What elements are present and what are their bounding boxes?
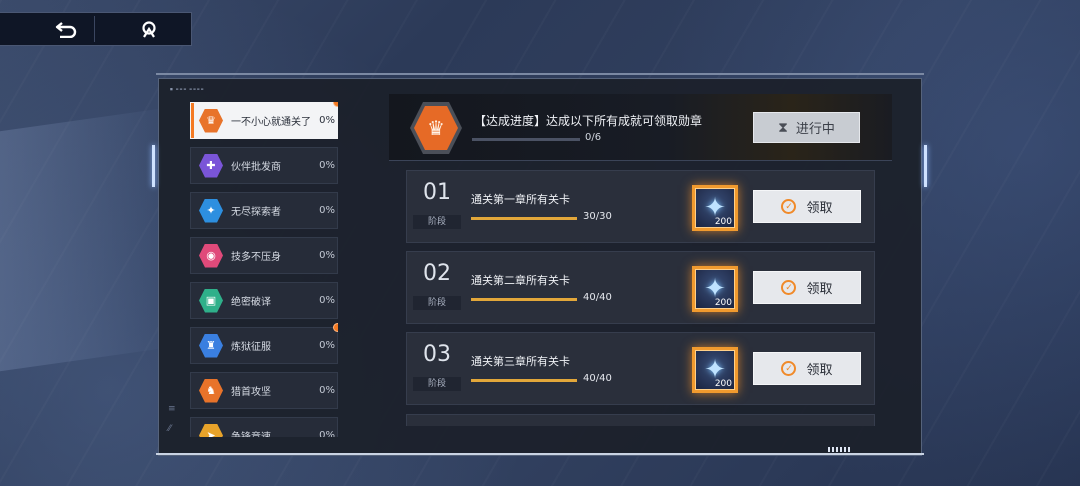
header-progress-text: 0/6	[585, 132, 602, 143]
claim-button[interactable]: ✓ 领取	[753, 271, 861, 304]
claim-button[interactable]: ✓ 领取	[753, 352, 861, 385]
reward-frame: ✦ 200	[695, 269, 735, 309]
frame-right-glow	[924, 145, 927, 187]
top-nav	[0, 12, 192, 46]
reward-quantity: 200	[714, 379, 732, 389]
stage-name: 通关第三章所有关卡	[471, 355, 570, 368]
conquest-icon: ♜	[199, 333, 223, 358]
claim-label: 领取	[806, 363, 833, 378]
home-icon	[142, 21, 156, 38]
stage-label: 阶段	[413, 377, 461, 391]
achievement-name: 伙伴批发商	[231, 162, 281, 173]
frame-bottom-line	[156, 453, 924, 455]
check-icon: ✓	[781, 199, 797, 214]
achievement-name: 技多不压身	[231, 252, 281, 263]
stage-progress-bar	[471, 379, 577, 382]
home-button[interactable]	[129, 13, 169, 45]
achievement-name: 争锋竞速	[231, 428, 315, 437]
achievement-percent: 0%	[319, 340, 335, 351]
stage-progress-bar	[471, 298, 577, 301]
check-icon: ✓	[781, 361, 797, 376]
hourglass-icon: ⧗	[778, 119, 788, 136]
notification-dot	[333, 102, 338, 107]
stage-label: 阶段	[413, 296, 461, 310]
achievement-item[interactable]: ✦ 无尽探索者 0%	[190, 192, 338, 229]
achievement-name: 绝密破译	[231, 297, 271, 308]
reward-item[interactable]: ✦ 200	[692, 347, 738, 393]
achievement-item[interactable]: ➤ 争锋竞速 0%	[190, 417, 338, 437]
back-button[interactable]	[46, 13, 86, 45]
background-panel	[0, 108, 160, 372]
achievement-item[interactable]: ♞ 猎首攻坚 0%	[190, 372, 338, 409]
stage-number: 03	[423, 342, 451, 367]
achievement-list: ♛ 一不小心就通关了 0% ✚ 伙伴批发商 0% ✦ 无尽探索者 0% ◉ 技多不压身 0% ▣ 绝密破译…	[190, 102, 338, 437]
header-progress-bar	[472, 138, 580, 141]
stage-name: 通关第二章所有关卡	[471, 274, 570, 287]
reward-frame: ✦ 200	[695, 188, 735, 228]
achievement-item[interactable]: ♜ 炼狱征服 0%	[190, 323, 338, 364]
medal-icon: ♛	[199, 108, 223, 133]
achievement-item[interactable]: ▣ 绝密破译 0%	[190, 282, 338, 319]
stage-row: 02 阶段 通关第二章所有关卡 40/40 ✦ 200 ✓ 领取	[406, 251, 875, 324]
achievement-name: 一不小心就通关了	[231, 117, 311, 128]
header-title: 【达成进度】达成以下所有成就可领取勋章	[474, 114, 703, 128]
telescope-icon: ✦	[199, 198, 223, 223]
progress-header: ♛ 【达成进度】达成以下所有成就可领取勋章 0/6 ⧗ 进行中	[389, 94, 892, 161]
cipher-icon: ▣	[199, 288, 223, 313]
stage-row: 01 阶段 通关第一章所有关卡 30/30 ✦ 200 ✓ 领取	[406, 170, 875, 243]
stage-progress-text: 40/40	[583, 292, 612, 303]
partner-icon: ✚	[199, 153, 223, 178]
achievement-item[interactable]: ✚ 伙伴批发商 0%	[190, 147, 338, 184]
reward-quantity: 200	[714, 298, 732, 308]
gamepad-icon: ◉	[199, 243, 223, 268]
stage-row: 03 阶段 通关第三章所有关卡 40/40 ✦ 200 ✓ 领取	[406, 332, 875, 405]
stage-label: 阶段	[413, 215, 461, 229]
achievement-percent: 0%	[319, 430, 335, 437]
reward-quantity: 200	[714, 217, 732, 227]
stage-progress-text: 40/40	[583, 373, 612, 384]
claim-label: 领取	[806, 282, 833, 297]
reward-item[interactable]: ✦ 200	[692, 266, 738, 312]
side-slash-icon: ⁄⁄	[168, 424, 172, 434]
achievement-percent: 0%	[319, 160, 335, 171]
achievement-percent: 0%	[319, 115, 335, 126]
hunter-icon: ♞	[199, 378, 223, 403]
stage-progress-text: 30/30	[583, 211, 612, 222]
frame-tag: ■ ▬▬▬ ▬▬▬▬	[170, 87, 205, 91]
check-icon: ✓	[781, 280, 797, 295]
back-icon	[55, 22, 77, 38]
achievement-name: 无尽探索者	[231, 207, 281, 218]
achievement-percent: 0%	[319, 295, 335, 306]
side-menu-icon: ≡	[168, 404, 176, 414]
race-icon: ➤	[199, 423, 223, 437]
achievement-name: 炼狱征服	[231, 342, 271, 353]
status-button[interactable]: ⧗ 进行中	[753, 112, 860, 143]
stage-progress-bar	[471, 217, 577, 220]
claim-button[interactable]: ✓ 领取	[753, 190, 861, 223]
stage-name: 通关第一章所有关卡	[471, 193, 570, 206]
stage-number: 01	[423, 180, 451, 205]
achievement-percent: 0%	[319, 250, 335, 261]
achievement-percent: 0%	[319, 385, 335, 396]
achievement-item[interactable]: ♛ 一不小心就通关了 0%	[190, 102, 338, 139]
stage-row-partial	[406, 414, 875, 426]
stage-number: 02	[423, 261, 451, 286]
status-label: 进行中	[795, 122, 835, 137]
claim-label: 领取	[806, 201, 833, 216]
achievement-percent: 0%	[319, 205, 335, 216]
notification-dot	[333, 323, 338, 332]
reward-item[interactable]: ✦ 200	[692, 185, 738, 231]
achievement-name: 猎首攻坚	[231, 387, 271, 398]
frame-bars-deco	[828, 447, 850, 452]
nav-divider	[94, 16, 95, 42]
detail-panel: ♛ 【达成进度】达成以下所有成就可领取勋章 0/6 ⧗ 进行中 01 阶段 通关…	[389, 94, 892, 437]
frame-top-line	[156, 73, 924, 75]
achievement-item[interactable]: ◉ 技多不压身 0%	[190, 237, 338, 274]
frame-left-glow	[152, 145, 155, 187]
reward-frame: ✦ 200	[695, 350, 735, 390]
